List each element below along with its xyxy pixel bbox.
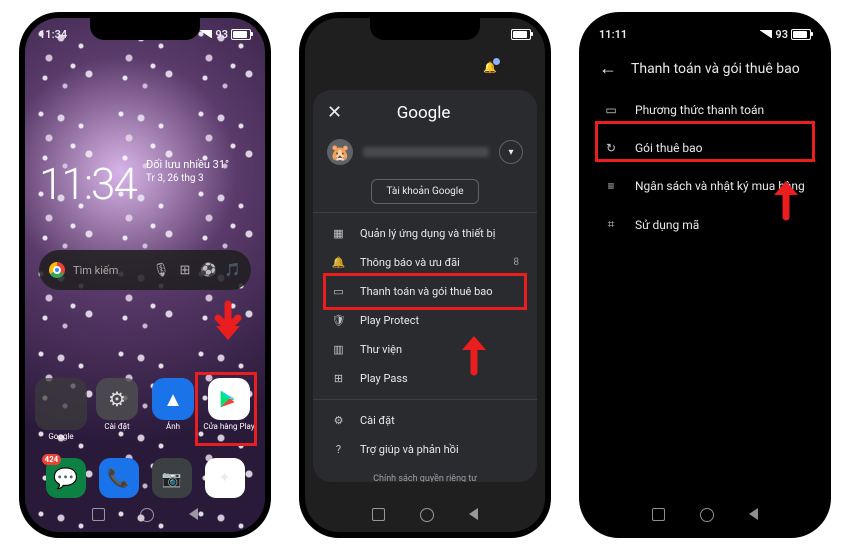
annotation-arrow-icon [769,173,803,221]
annotation-highlight-box [595,121,815,162]
dock-camera[interactable]: 📷 [152,458,192,498]
ticket-icon: ⊞ [331,372,346,385]
profile-row[interactable]: 🐹 ▾ [313,133,537,171]
annotation-highlight-box [323,273,527,310]
app-photos[interactable]: ▲ Ảnh [147,378,199,442]
weather-label: Đối lưu nhiều [146,158,210,171]
signal-icon [760,30,772,38]
back-arrow-icon[interactable]: ← [599,58,617,79]
mic-icon[interactable]: 🎙 [153,262,169,278]
nav-recents[interactable] [372,508,385,521]
profile-name-redacted [363,147,489,157]
annotation-arrow-icon [457,328,491,376]
bell-icon: 🔔 [331,256,346,269]
badge: 424 [42,454,62,465]
search-widget[interactable]: Tìm kiếm 🎙 ⊞ ⚽ 🎵 [39,250,251,290]
help-icon: ? [331,443,346,456]
search-placeholder: Tìm kiếm [73,264,145,277]
gear-icon: ⚙ [96,378,138,420]
battery-pct: 93 [775,28,788,41]
avatar: 🐹 [327,139,353,165]
chrome-icon [49,262,65,278]
battery-icon [791,29,811,40]
status-time: 11:11 [599,28,627,41]
nav-back[interactable] [469,508,478,520]
dock-assistant[interactable]: ✦ [205,458,245,498]
code-icon: ⌗ [603,217,619,232]
clock-widget[interactable]: 11:34 Đối lưu nhiều 31° Tr 3, 26 thg 3 [39,158,229,210]
manage-account-button[interactable]: Tài khoản Google [371,179,478,204]
app-label: Ảnh [166,423,180,432]
nav-recents[interactable] [652,508,665,521]
privacy-link[interactable]: Chính sách quyền riêng tư [313,464,537,482]
nav-back[interactable] [749,508,758,520]
sports-icon[interactable]: ⚽ [201,262,217,278]
annotation-arrow-icon [211,300,245,348]
app-settings[interactable]: ⚙ Cài đặt [91,378,143,442]
nav-recents[interactable] [92,508,105,521]
notch [650,18,760,40]
shield-icon: 🛡 [331,314,346,327]
nav-home[interactable] [700,508,714,522]
menu-play-protect[interactable]: 🛡Play Protect [313,306,537,335]
dock-phone[interactable]: 📞 [99,458,139,498]
annotation-highlight-box [195,372,257,446]
app-label: Cài đặt [104,423,129,432]
page-header: ← Thanh toán và gói thuê bao [585,46,825,91]
app-label: Google [48,433,73,442]
apps-icon: ▦ [331,227,346,240]
nav-bar [585,502,825,528]
clock-date: Tr 3, 26 thg 3 [146,172,229,185]
photos-icon: ▲ [152,378,194,420]
menu-help[interactable]: ?Trợ giúp và phản hồi [313,435,537,464]
folder-icon [35,378,87,430]
signal-icon [200,30,212,38]
menu-manage-apps[interactable]: ▦Quản lý ứng dụng và thiết bị [313,219,537,248]
nav-bar [305,502,545,528]
notch [370,18,480,40]
notifications-icon[interactable]: 🔔 [483,61,497,74]
phone-payments-settings: 11:11 93 ← Thanh toán và gói thuê bao ▭P… [579,12,831,538]
clock-time: 11:34 [39,158,136,210]
nav-bar [25,502,265,528]
phone-home: 11:34 93 11:34 Đối lưu nhiều 31° Tr 3, 2… [19,12,271,538]
card-icon: ▭ [603,103,619,117]
battery-icon [231,29,251,40]
gear-icon: ⚙ [331,414,346,427]
status-icons: 93 [200,28,251,41]
nav-back[interactable] [189,508,198,520]
menu-play-pass[interactable]: ⊞Play Pass [313,364,537,393]
music-icon[interactable]: 🎵 [225,262,241,278]
nav-home[interactable] [140,508,154,522]
status-time: 11:34 [39,28,67,41]
nav-home[interactable] [420,508,434,522]
menu-settings[interactable]: ⚙Cài đặt [313,406,537,435]
battery-pct: 93 [215,28,228,41]
list-icon: ≡ [603,179,619,193]
lens-icon[interactable]: ⊞ [177,262,193,278]
library-icon: ▥ [331,343,346,356]
google-logo: Google [324,103,523,123]
phone-play-menu: 11:09 93 🔍 Tìm kiếm ứng d... 🎙 🔔 ✕ Googl… [299,12,551,538]
dock-messages[interactable]: 💬424 [46,458,86,498]
menu-library[interactable]: ▥Thư viện [313,335,537,364]
notch [90,18,200,40]
app-google-folder[interactable]: Google [35,378,87,442]
temp: 31° [213,158,229,171]
page-title: Thanh toán và gói thuê bao [631,61,800,77]
chevron-down-icon[interactable]: ▾ [499,140,523,164]
battery-icon [511,29,531,40]
